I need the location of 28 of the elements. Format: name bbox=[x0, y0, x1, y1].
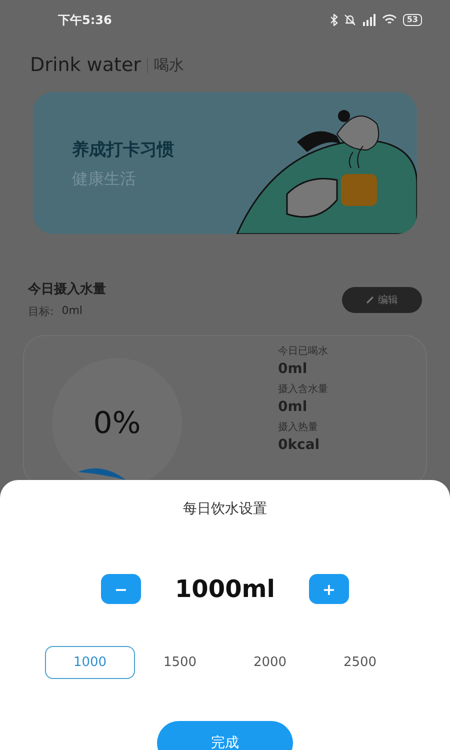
amount-option[interactable]: 1000 bbox=[45, 646, 135, 679]
water-wave-icon bbox=[78, 466, 126, 480]
stat-value: 0ml bbox=[278, 399, 308, 415]
amount-value: 1000ml bbox=[174, 575, 276, 603]
wifi-icon bbox=[382, 14, 397, 26]
signal-icon bbox=[362, 14, 376, 26]
done-button[interactable]: 完成 bbox=[157, 721, 293, 750]
decrease-button[interactable]: − bbox=[101, 574, 141, 604]
goal-label: 目标: bbox=[28, 304, 54, 319]
progress-percent: 0% bbox=[93, 406, 141, 440]
bluetooth-icon bbox=[330, 14, 338, 26]
banner-headline: 养成打卡习惯 bbox=[72, 139, 174, 161]
muted-bell-icon bbox=[344, 14, 356, 26]
stat-label: 摄入热量 bbox=[278, 420, 319, 434]
stat-label: 摄入含水量 bbox=[278, 382, 328, 396]
goal-value: 0ml bbox=[62, 304, 82, 319]
edit-button[interactable]: 编辑 bbox=[342, 286, 422, 312]
stat-value: 0kcal bbox=[278, 437, 321, 453]
increase-button[interactable]: + bbox=[309, 574, 349, 604]
app-title: Drink water bbox=[30, 54, 141, 76]
stat-value: 0ml bbox=[278, 361, 308, 377]
pencil-icon bbox=[366, 296, 374, 304]
stat-label: 今日已喝水 bbox=[278, 344, 328, 358]
section-title: 今日摄入水量 bbox=[28, 280, 106, 298]
app-subtitle: 喝水 bbox=[154, 56, 184, 74]
status-time: 下午5:36 bbox=[58, 12, 112, 28]
sheet-title: 每日饮水设置 bbox=[183, 500, 267, 519]
battery-indicator: 53 bbox=[402, 14, 422, 26]
